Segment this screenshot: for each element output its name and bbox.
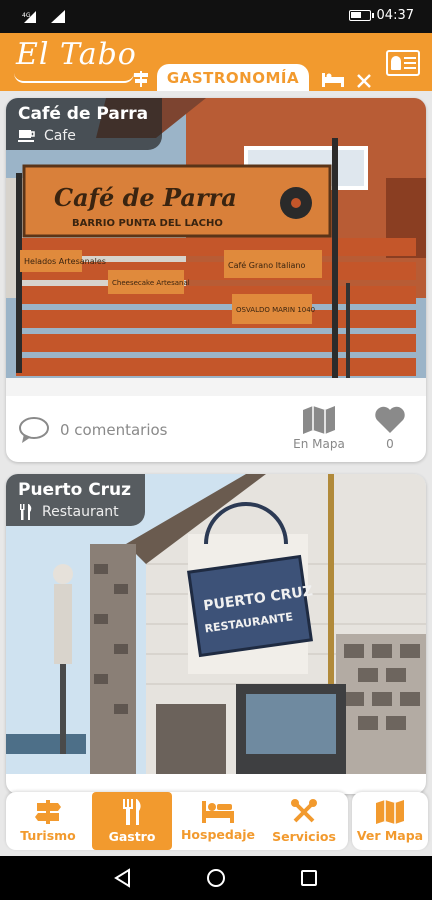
battery-icon (348, 10, 374, 21)
bed-icon (202, 800, 234, 823)
place-card-puerto-cruz[interactable]: PUERTO CRUZ RESTAURANTE Puerto Cruz Rest… (6, 474, 426, 794)
home-icon[interactable] (206, 868, 226, 888)
nav-servicios[interactable]: Servicios (264, 792, 344, 850)
nav-label: Servicios (272, 828, 336, 844)
fork-knife-icon (123, 798, 141, 825)
app-logo[interactable]: El Tabo (16, 37, 137, 72)
like-count: 0 (386, 437, 394, 451)
logo-swirl (14, 73, 134, 83)
signal-icon: 4G (22, 11, 36, 23)
en-mapa-button[interactable]: En Mapa (291, 406, 347, 451)
board-helados: Helados Artesanales (24, 257, 106, 266)
fork-knife-icon (20, 504, 32, 520)
sign-sub-text: BARRIO PUNTA DEL LACHO (72, 218, 223, 229)
map-label: En Mapa (293, 437, 345, 451)
comments-count: 0 comentarios (60, 421, 168, 439)
board-cafe-grano: Café Grano Italiano (228, 260, 305, 270)
svg-text:4G: 4G (22, 12, 31, 19)
category-label: Cafe (44, 128, 76, 144)
nav-label: Gastro (108, 828, 156, 844)
comment-bubble-icon (19, 417, 49, 443)
clock: 04:37 (376, 8, 414, 23)
place-name: Café de Parra (18, 104, 149, 124)
status-bar: 4G 04:37 (0, 0, 432, 33)
ver-mapa-label: Ver Mapa (356, 827, 424, 843)
comments-button[interactable]: 0 comentarios (18, 416, 167, 444)
signal-icon-2 (51, 10, 65, 23)
sign-main-text: Café de Parra (54, 183, 237, 212)
signal-indicators: 4G (22, 9, 66, 23)
nav-turismo[interactable]: Turismo (10, 792, 86, 850)
board-cheesecake: Cheesecake Artesanal (112, 279, 190, 287)
nav-label: Turismo (20, 827, 76, 843)
board-address: OSVALDO MARIN 1040 (236, 306, 315, 314)
map-icon (303, 406, 335, 434)
tab-gastronomia[interactable]: GASTRONOMÍA (157, 64, 309, 91)
category-label: Restaurant (42, 504, 119, 520)
place-title-box: Café de Parra Cafe (6, 98, 163, 150)
place-title-box: Puerto Cruz Restaurant (6, 474, 146, 526)
back-icon[interactable] (113, 868, 133, 888)
signpost-icon[interactable] (132, 71, 150, 87)
ver-mapa-button[interactable]: Ver Mapa (352, 792, 428, 850)
tools-icon[interactable] (356, 73, 372, 89)
tools-icon (291, 798, 317, 822)
nav-hospedaje[interactable]: Hospedaje (178, 792, 258, 850)
place-category: Cafe (18, 128, 148, 144)
app-header: El Tabo GASTRONOMÍA (0, 33, 432, 91)
nav-label: Hospedaje (180, 826, 256, 842)
like-button[interactable]: 0 (370, 406, 410, 451)
place-category: Restaurant (18, 504, 131, 520)
signpost-icon (35, 799, 61, 824)
place-card-cafe-de-parra[interactable]: Café de Parra BARRIO PUNTA DEL LACHO Hel… (6, 98, 426, 462)
system-nav-bar (0, 856, 432, 900)
recents-icon[interactable] (299, 868, 319, 888)
heart-icon (375, 406, 405, 433)
nav-gastro[interactable]: Gastro (92, 792, 172, 850)
map-icon (376, 799, 404, 824)
bed-icon[interactable] (322, 73, 344, 87)
place-name: Puerto Cruz (18, 480, 132, 500)
bottom-nav: Turismo Gastro Hospedaje Servicios (6, 792, 348, 850)
coffee-cup-icon (18, 130, 35, 142)
profile-card-icon[interactable] (386, 50, 420, 76)
card-actions: 0 comentarios En Mapa 0 (6, 396, 426, 462)
